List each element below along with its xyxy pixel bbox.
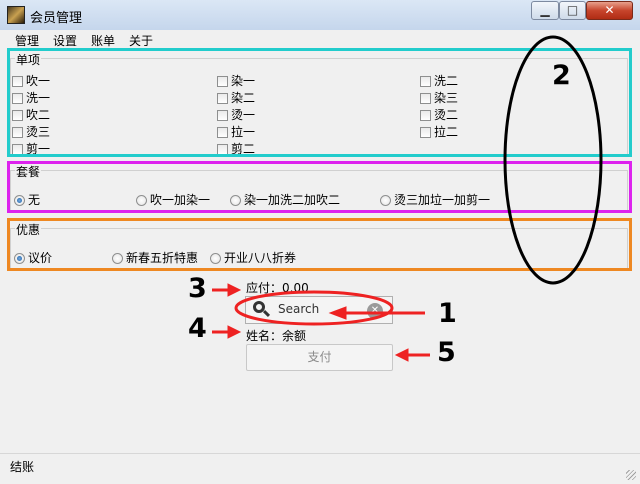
clear-icon[interactable]: ✕ [367,303,383,319]
highlight-packages [7,161,632,213]
maximize-icon: □ [566,3,579,17]
pay-button[interactable]: 支付 [246,344,393,371]
close-icon: ✕ [604,3,615,17]
highlight-discount [7,218,632,271]
menu-billing[interactable]: 账单 [91,32,115,49]
resize-grip[interactable] [626,470,636,480]
status-text: 结账 [10,460,35,474]
menu-settings[interactable]: 设置 [53,32,77,49]
highlight-single-items [7,48,632,157]
payable-amount: 应付：0.00 [246,281,309,295]
annotation-label-1: 1 [438,298,457,329]
minimize-icon: ▁ [540,3,550,17]
search-placeholder: Search [278,302,320,316]
menu-bar: 管理 设置 账单 关于 [0,30,640,49]
search-icon-handle [262,309,271,318]
search-input[interactable]: Search ✕ [245,296,393,324]
title-bar[interactable]: 会员管理 ▁ □ ✕ [0,0,640,31]
maximize-button[interactable]: □ [559,1,586,20]
menu-about[interactable]: 关于 [129,32,153,49]
status-bar: 结账 [0,453,640,484]
annotation-label-5: 5 [437,337,456,368]
minimize-button[interactable]: ▁ [531,1,559,20]
menu-manage[interactable]: 管理 [15,32,39,49]
window-title: 会员管理 [30,11,83,26]
member-name-balance: 姓名：余额 [246,329,307,343]
close-button[interactable]: ✕ [586,1,633,20]
annotation-label-3: 3 [188,273,207,304]
annotation-label-2: 2 [552,60,571,91]
annotation-label-4: 4 [188,313,207,344]
app-icon [7,6,25,24]
